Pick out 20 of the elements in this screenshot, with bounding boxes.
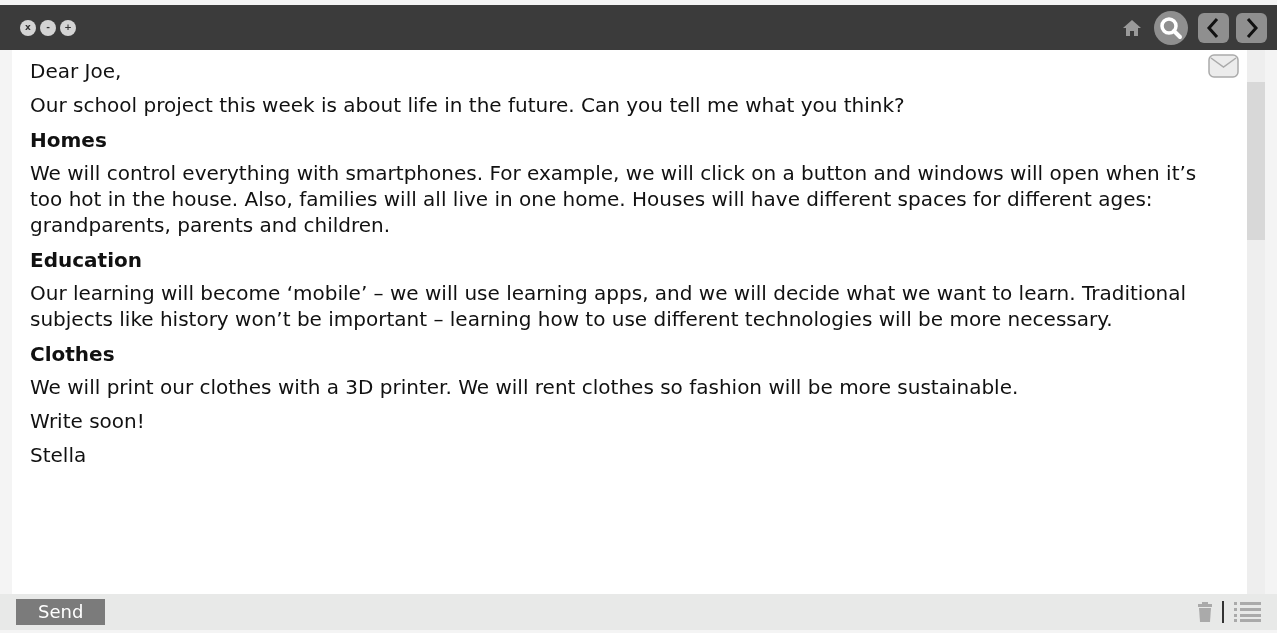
paragraph: Dear Joe, (30, 58, 123, 84)
paragraph: Write soon! (30, 408, 146, 434)
section-heading: Education (30, 247, 143, 274)
window-control-button[interactable]: x (20, 19, 36, 36)
paragraph: Our learning will become ‘mobile’ – we will use learning apps, and we will decide what we want to learn. Traditional subjects like history won’t be important – learning how to use different technologies will be more necessary. (30, 280, 1188, 332)
search-icon[interactable] (1154, 10, 1188, 45)
scrollbar-thumb[interactable] (1247, 82, 1265, 240)
section-heading: Homes (30, 127, 108, 154)
paragraph: Our school project this week is about life in the future. Can you tell me what you think? (30, 92, 906, 118)
window-control-button[interactable]: - (40, 19, 56, 36)
home-icon[interactable] (1122, 18, 1142, 37)
forward-icon[interactable] (1236, 12, 1267, 43)
paragraph: We will control everything with smartphones. For example, we will click on a button and windows will open when it’s too hot in the house. Also, families will all live in one home. Houses will have different spaces for different ages: grandparents, parents and children. (30, 160, 1198, 238)
window-control-button[interactable]: + (60, 19, 76, 36)
paragraph: Stella (30, 442, 88, 468)
send-button[interactable]: Send (16, 599, 105, 625)
envelope-icon[interactable] (1208, 54, 1239, 78)
back-icon[interactable] (1198, 12, 1229, 43)
section-heading: Clothes (30, 341, 116, 368)
paragraph: We will print our clothes with a 3D printer. We will rent clothes so fashion will be more sustainable. (30, 374, 1020, 400)
